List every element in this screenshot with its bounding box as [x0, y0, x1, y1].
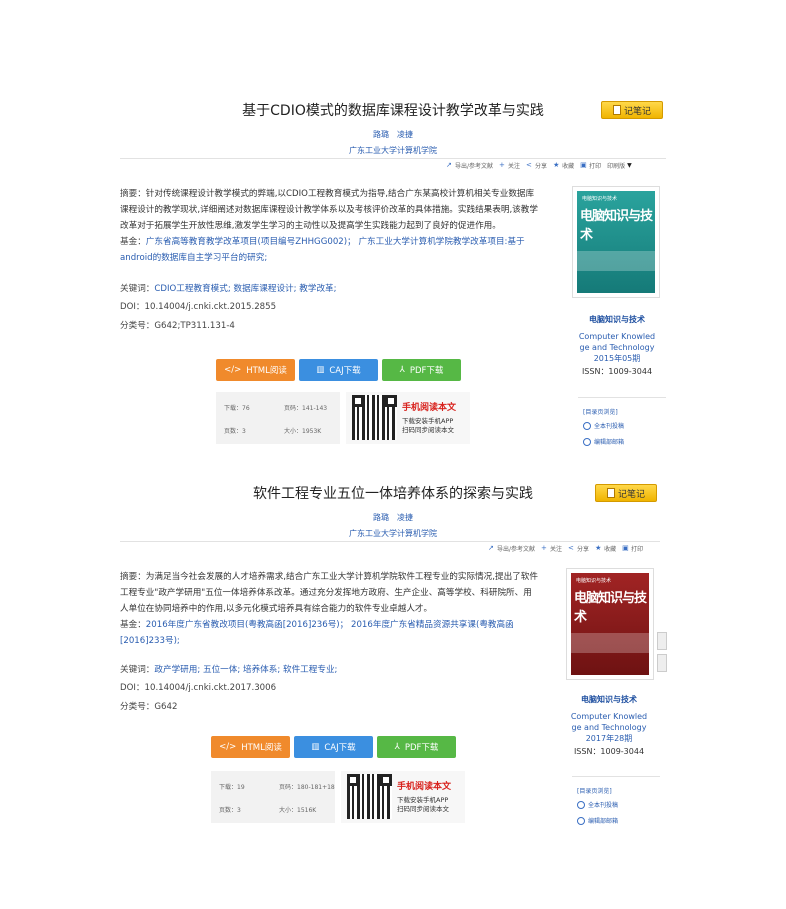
print-button[interactable]: ▣ 打印	[622, 544, 643, 554]
pdf-icon: ⅄	[394, 742, 400, 752]
divider	[120, 158, 666, 159]
print-button[interactable]: ▣ 打印	[580, 161, 601, 171]
printer-icon: ▣	[622, 544, 629, 552]
chevron-down-icon: ▼	[627, 162, 632, 169]
authors: 路璐 凌捷	[0, 129, 786, 140]
print-version-select[interactable]: 印刷版 ▼	[607, 161, 632, 170]
side-tab[interactable]	[657, 654, 667, 672]
note-icon	[606, 488, 615, 498]
code-icon: </>	[219, 742, 237, 752]
abstract: 摘要：为满足当今社会发展的人才培养需求,结合广东工业大学计算机学院软件工程专业的…	[120, 572, 538, 646]
export-button[interactable]: ↗ 导出/参考文献	[488, 544, 535, 554]
journal-name-link[interactable]: 电脑知识与技术	[567, 314, 667, 325]
qr-code[interactable]	[352, 395, 397, 440]
share-button[interactable]: < 分享	[526, 161, 547, 171]
email-link[interactable]: 编辑部邮箱	[577, 816, 657, 825]
journal-info: 电脑知识与技术 Computer Knowled ge and Technolo…	[559, 694, 659, 757]
qr-code[interactable]	[347, 774, 392, 819]
pdf-download-button[interactable]: ⅄ PDF下载	[382, 359, 461, 381]
mobile-read-panel[interactable]: 手机阅读本文 下载安装手机APP 扫码同步阅读本文	[346, 392, 470, 444]
toc-link[interactable]: [目录页浏览]	[583, 407, 663, 416]
email-link[interactable]: 编辑部邮箱	[583, 437, 663, 446]
doi: DOI：10.14004/j.cnki.ckt.2015.2855	[120, 302, 277, 312]
author-link[interactable]: 路璐	[373, 513, 389, 522]
book-icon: ▥	[316, 365, 325, 375]
side-tab[interactable]	[657, 632, 667, 650]
divider	[578, 397, 666, 398]
journal-links: [目录页浏览] 全本刊投稿 编辑部邮箱	[583, 407, 663, 453]
keyword-links[interactable]: 政产学研用; 五位一体; 培养体系; 软件工程专业;	[154, 665, 337, 675]
export-button[interactable]: ↗ 导出/参考文献	[446, 161, 493, 171]
keyword-links[interactable]: CDIO工程教育模式; 数据库课程设计; 教学改革;	[154, 284, 336, 294]
favorite-button[interactable]: ★ 收藏	[553, 161, 574, 171]
share-button[interactable]: < 分享	[568, 544, 589, 554]
doi: DOI：10.14004/j.cnki.ckt.2017.3006	[120, 683, 277, 693]
star-icon: ★	[595, 544, 602, 552]
class-number: 分类号：G642	[120, 702, 178, 712]
html-read-button[interactable]: </> HTML阅读	[211, 736, 290, 758]
journal-name-link[interactable]: 电脑知识与技术	[559, 694, 659, 705]
submit-link[interactable]: 全本刊投稿	[583, 421, 663, 430]
journal-cover[interactable]: 电脑知识与技术 电脑知识与技术	[566, 568, 654, 680]
article-toolbar: ↗ 导出/参考文献 + 关注 < 分享 ★ 收藏 ▣ 打印	[488, 544, 643, 554]
divider	[572, 776, 660, 777]
printer-icon: ▣	[580, 161, 587, 169]
institution-link[interactable]: 广东工业大学计算机学院	[0, 528, 786, 539]
class-number: 分类号：G642;TP311.131-4	[120, 321, 235, 331]
author-link[interactable]: 凌捷	[397, 130, 413, 139]
article-toolbar: ↗ 导出/参考文献 + 关注 < 分享 ★ 收藏 ▣ 打印 印刷版 ▼	[446, 161, 632, 171]
share-icon: <	[526, 161, 532, 169]
journal-links: [目录页浏览] 全本刊投稿 编辑部邮箱	[577, 786, 657, 832]
code-icon: </>	[224, 365, 242, 375]
note-button[interactable]: 记笔记	[595, 484, 657, 502]
author-link[interactable]: 路璐	[373, 130, 389, 139]
share-icon: <	[568, 544, 574, 552]
export-icon: ↗	[488, 544, 494, 552]
note-icon	[612, 105, 621, 115]
follow-button[interactable]: + 关注	[499, 161, 520, 171]
fund-link[interactable]: 2016年度广东省教改项目(粤教高函[2016]236号)； 2016年度广东省…	[120, 620, 514, 646]
divider	[120, 541, 660, 542]
note-button[interactable]: 记笔记	[601, 101, 663, 119]
article-stats: 下载：76 页码：141-143 页数：3 大小：1953K	[216, 392, 340, 444]
pdf-download-button[interactable]: ⅄ PDF下载	[377, 736, 456, 758]
article-title: 软件工程专业五位一体培养体系的探索与实践	[253, 486, 533, 502]
author-link[interactable]: 凌捷	[397, 513, 413, 522]
toc-link[interactable]: [目录页浏览]	[577, 786, 657, 795]
globe-icon	[583, 421, 591, 430]
authors: 路璐 凌捷	[0, 512, 786, 523]
mail-icon	[577, 816, 585, 825]
article-title: 基于CDIO模式的数据库课程设计教学改革与实践	[242, 103, 544, 119]
issue-link[interactable]: 2017年28期	[559, 733, 659, 744]
keywords: 关键词：政产学研用; 五位一体; 培养体系; 软件工程专业;	[120, 665, 338, 675]
institution-link[interactable]: 广东工业大学计算机学院	[0, 145, 786, 156]
globe-icon	[577, 800, 585, 809]
article-stats: 下载：19 页码：180-181+18 页数：3 大小：1516K	[211, 771, 335, 823]
book-icon: ▥	[311, 742, 320, 752]
journal-info: 电脑知识与技术 Computer Knowled ge and Technolo…	[567, 314, 667, 377]
follow-button[interactable]: + 关注	[541, 544, 562, 554]
export-icon: ↗	[446, 161, 452, 169]
pdf-icon: ⅄	[399, 365, 405, 375]
caj-download-button[interactable]: ▥ CAJ下载	[294, 736, 373, 758]
issue-link[interactable]: 2015年05期	[567, 353, 667, 364]
caj-download-button[interactable]: ▥ CAJ下载	[299, 359, 378, 381]
star-icon: ★	[553, 161, 560, 169]
html-read-button[interactable]: </> HTML阅读	[216, 359, 295, 381]
fund-link[interactable]: 广东省高等教育教学改革项目(项目编号ZHHGG002)； 广东工业大学计算机学院…	[120, 237, 525, 263]
keywords: 关键词：CDIO工程教育模式; 数据库课程设计; 教学改革;	[120, 284, 337, 294]
abstract: 摘要：针对传统课程设计教学模式的弊端,以CDIO工程教育模式为指导,结合广东某高…	[120, 189, 538, 263]
plus-icon: +	[499, 161, 505, 169]
plus-icon: +	[541, 544, 547, 552]
favorite-button[interactable]: ★ 收藏	[595, 544, 616, 554]
mail-icon	[583, 437, 591, 446]
submit-link[interactable]: 全本刊投稿	[577, 800, 657, 809]
mobile-read-panel[interactable]: 手机阅读本文 下载安装手机APP 扫码同步阅读本文	[341, 771, 465, 823]
journal-cover[interactable]: 电脑知识与技术 电脑知识与技术	[572, 186, 660, 298]
